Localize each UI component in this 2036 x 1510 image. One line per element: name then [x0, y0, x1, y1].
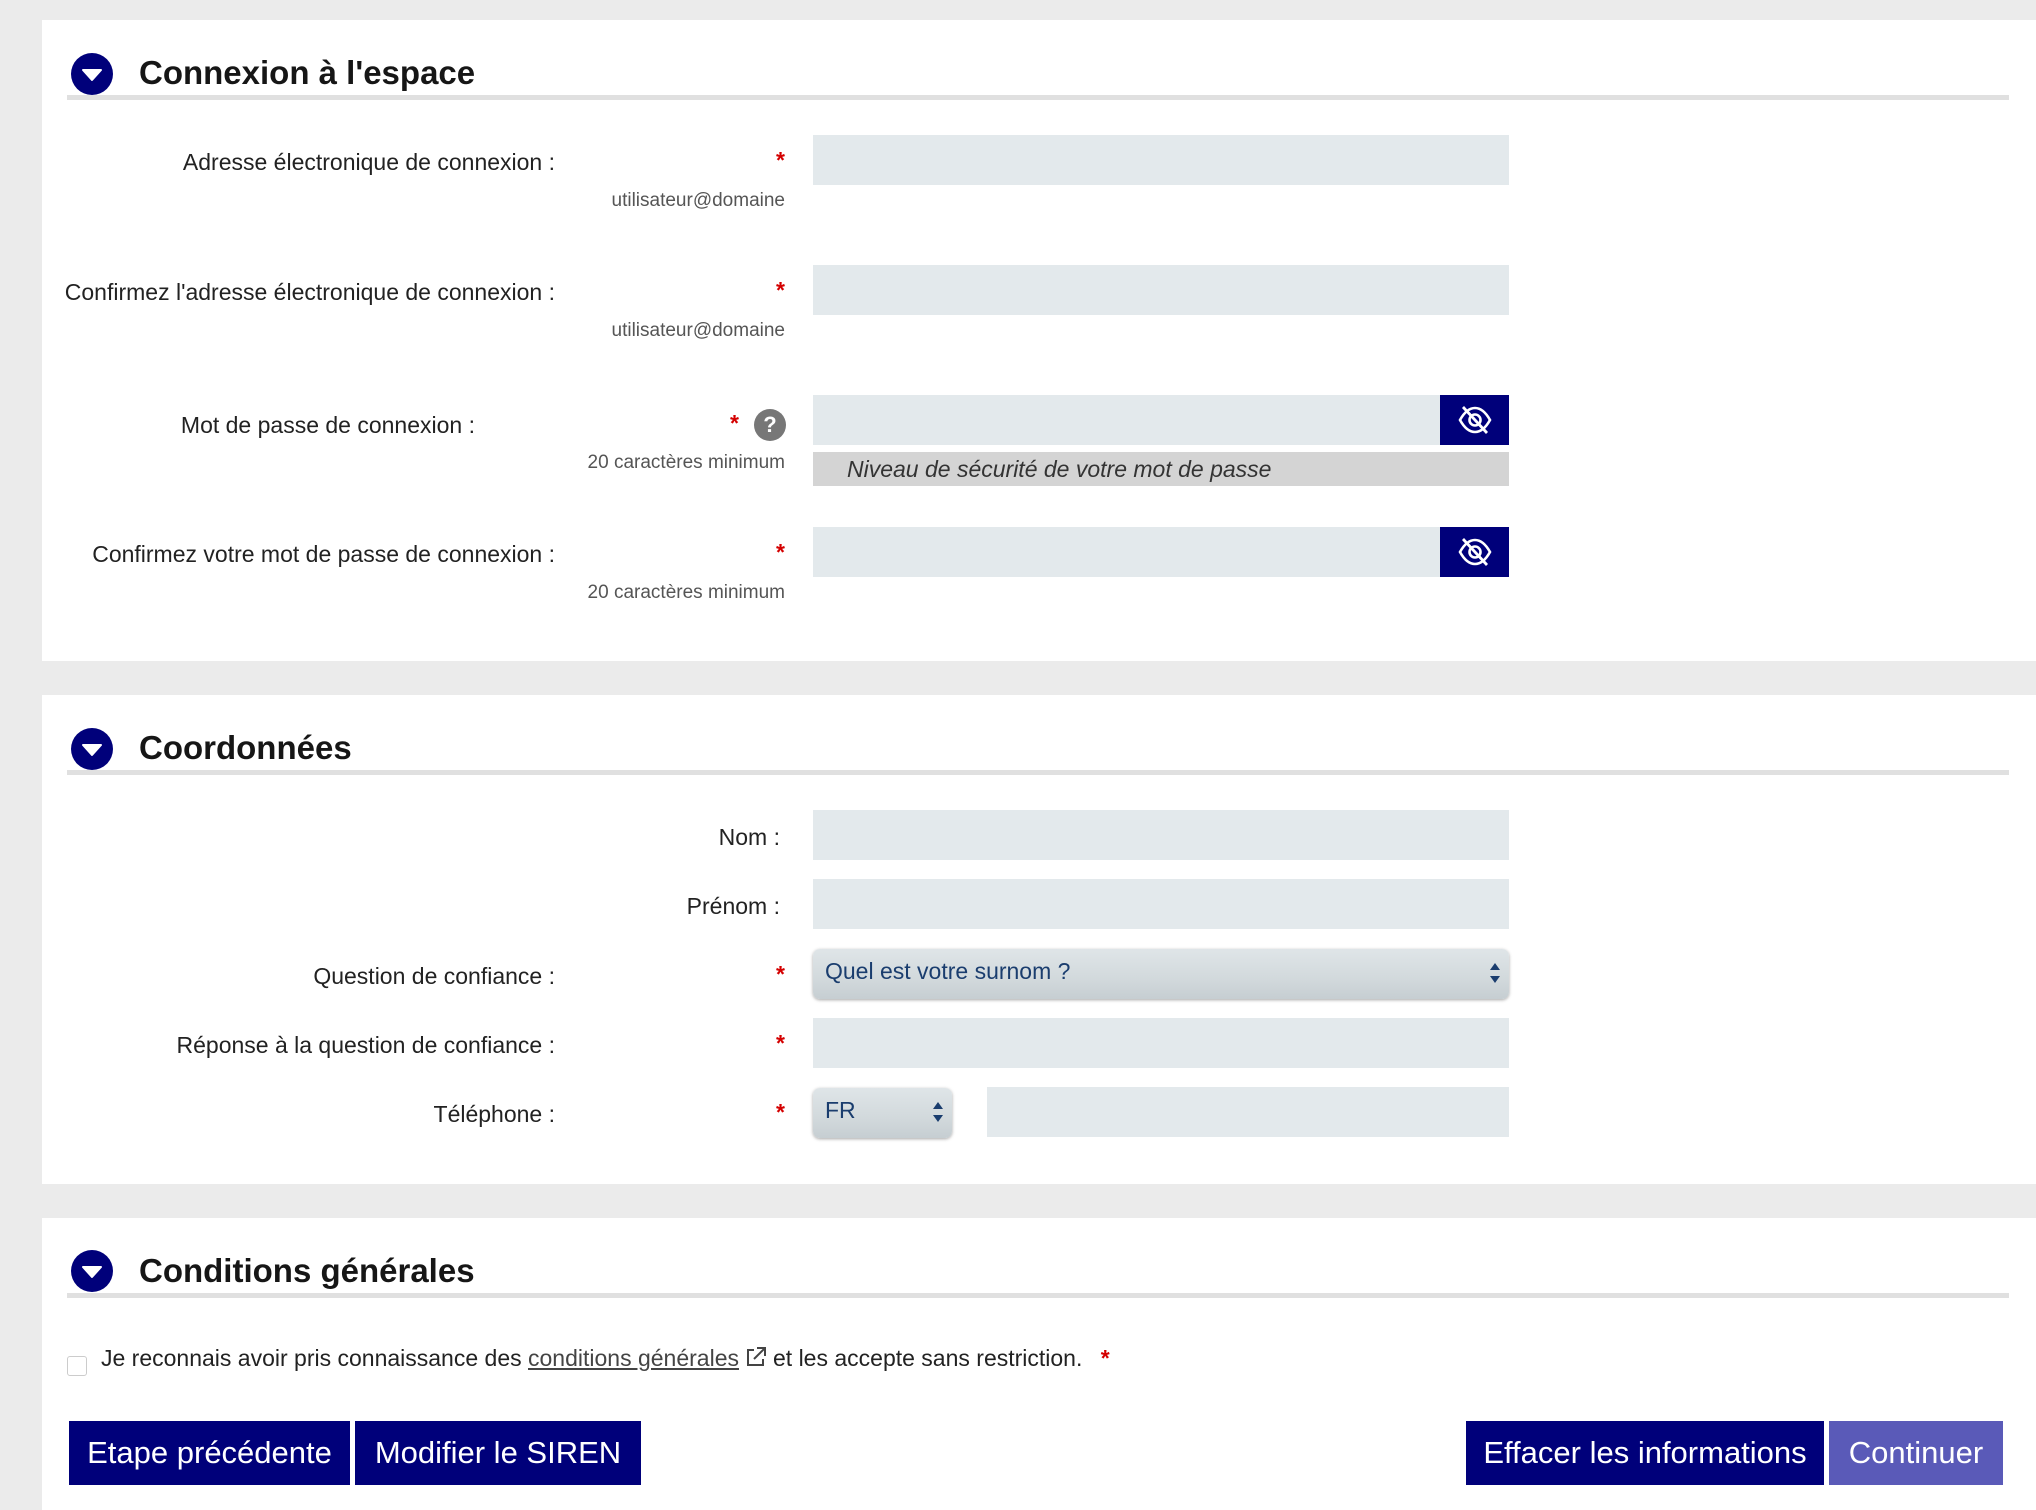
required-marker: * [730, 410, 739, 436]
required-marker: * [776, 277, 785, 303]
chevron-down-icon[interactable] [71, 1250, 113, 1292]
chevron-down-icon[interactable] [71, 53, 113, 95]
password-hint: 20 caractères minimum [587, 452, 785, 473]
required-marker: * [776, 147, 785, 173]
conditions-text-before: Je reconnais avoir pris connaissance des [101, 1345, 522, 1371]
country-code-value: FR [825, 1097, 856, 1123]
email-hint: utilisateur@domaine [611, 190, 786, 211]
prenom-label: Prénom : [686, 893, 780, 919]
nom-field[interactable] [813, 810, 1509, 860]
clear-information-button[interactable]: Effacer les informations [1466, 1421, 1824, 1485]
previous-step-button[interactable]: Etape précédente [69, 1421, 350, 1485]
nom-label: Nom : [718, 824, 780, 850]
country-code-select[interactable]: FR [813, 1088, 952, 1138]
section-divider [67, 770, 2009, 775]
required-marker: * [776, 539, 785, 565]
required-marker: * [776, 1030, 785, 1056]
eye-off-icon [1458, 406, 1492, 434]
conditions-link[interactable]: conditions générales [528, 1345, 739, 1371]
conditions-section: Conditions générales Je reconnais avoir … [42, 1218, 2036, 1510]
chevron-down-icon[interactable] [71, 728, 113, 770]
coordonnees-section: Coordonnées Nom : Prénom : Question de c… [42, 695, 2036, 1184]
continue-button[interactable]: Continuer [1829, 1421, 2003, 1485]
password-label: Mot de passe de connexion : [180, 412, 475, 438]
reponse-field[interactable] [813, 1018, 1509, 1068]
section-divider [67, 1293, 2009, 1298]
conditions-text-after: et les accepte sans restriction. [773, 1345, 1083, 1371]
required-marker: * [776, 1099, 785, 1125]
select-arrows-icon [1490, 963, 1500, 983]
email-label: Adresse électronique de connexion : [182, 149, 555, 175]
telephone-label: Téléphone : [433, 1101, 555, 1127]
toggle-confirm-password-button[interactable] [1440, 527, 1509, 577]
password-strength-meter: Niveau de sécurité de votre mot de passe [813, 452, 1509, 486]
confirm-email-hint: utilisateur@domaine [611, 320, 786, 341]
telephone-field[interactable] [987, 1087, 1509, 1137]
section-title: Connexion à l'espace [139, 54, 476, 91]
confirm-email-field[interactable] [813, 265, 1509, 315]
question-select-value: Quel est votre surnom ? [825, 958, 1071, 984]
modify-siren-button[interactable]: Modifier le SIREN [355, 1421, 641, 1485]
question-select[interactable]: Quel est votre surnom ? [813, 949, 1509, 999]
email-field[interactable] [813, 135, 1509, 185]
question-icon[interactable]: ? [754, 409, 786, 441]
required-marker: * [1100, 1345, 1110, 1371]
confirm-password-field[interactable] [813, 527, 1440, 577]
section-title: Coordonnées [139, 729, 352, 766]
accept-conditions-checkbox[interactable] [67, 1356, 87, 1376]
required-marker: * [776, 961, 785, 987]
password-field[interactable] [813, 395, 1440, 445]
conditions-statement: Je reconnais avoir pris connaissance des… [101, 1345, 1110, 1372]
select-arrows-icon [933, 1102, 943, 1122]
reponse-label: Réponse à la question de confiance : [176, 1032, 556, 1058]
section-divider [67, 95, 2009, 100]
external-link-icon[interactable] [745, 1346, 767, 1368]
section-title: Conditions générales [139, 1252, 475, 1289]
toggle-password-button[interactable] [1440, 395, 1509, 445]
connexion-section: Connexion à l'espace Adresse électroniqu… [42, 20, 2036, 661]
question-label: Question de confiance : [313, 963, 555, 989]
eye-off-icon [1458, 538, 1492, 566]
confirm-email-label: Confirmez l'adresse électronique de conn… [64, 279, 555, 305]
prenom-field[interactable] [813, 879, 1509, 929]
confirm-password-label: Confirmez votre mot de passe de connexio… [92, 541, 555, 567]
confirm-password-hint: 20 caractères minimum [587, 582, 785, 603]
